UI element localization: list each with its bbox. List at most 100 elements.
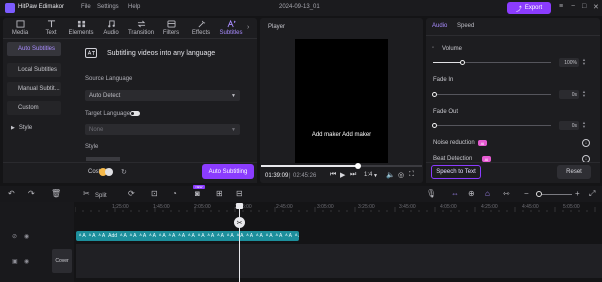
marker-icon[interactable]: ⇿ (503, 189, 510, 199)
volume-stepper-icon[interactable]: ▲ ▼ (582, 58, 586, 66)
fade-out-slider-handle[interactable] (432, 123, 437, 128)
fade-out-value[interactable]: 0s (559, 121, 579, 130)
subtitle-segment[interactable]: ᴬ A (188, 233, 195, 239)
tab-filters[interactable]: Filters (157, 18, 185, 38)
delete-icon[interactable]: 🗑 (51, 189, 61, 199)
subtitle-track-visibility-icon[interactable]: ◉ (24, 233, 29, 240)
tab-effects[interactable]: Effects (187, 18, 215, 38)
cover-button[interactable]: Cover (52, 249, 72, 273)
playhead-handle[interactable] (236, 203, 243, 209)
tab-transition[interactable]: Transition (127, 18, 155, 38)
subtitle-segment[interactable]: ᴬ A (246, 233, 253, 239)
close-icon[interactable]: ✕ (593, 3, 599, 11)
subtitle-segment[interactable]: ᴬ A (149, 233, 156, 239)
sidebar-item-auto-subtitles[interactable]: Auto Subtitles (7, 42, 61, 56)
tab-audio[interactable]: Audio (97, 18, 125, 38)
coin-toggle-icon[interactable] (105, 168, 113, 176)
zoom-slider-handle[interactable] (536, 191, 542, 197)
subtitle-segment[interactable]: ᴬ A (285, 233, 292, 239)
tab-elements[interactable]: Elements (67, 18, 95, 38)
subtitle-segment[interactable]: ᴬ A (178, 233, 185, 239)
tab-media[interactable]: Media (6, 18, 34, 38)
tab-speed[interactable]: Speed (457, 23, 474, 29)
snapshot-icon[interactable]: ◎ (398, 171, 404, 179)
volume-slider-handle[interactable] (460, 60, 465, 65)
sidebar-item-custom[interactable]: Custom (7, 101, 61, 115)
split-label[interactable]: Split (95, 191, 107, 201)
subtitle-segment[interactable]: ᴬ A (276, 233, 283, 239)
subtitle-segment[interactable]: ᴬ A (89, 233, 96, 239)
target-language-select[interactable]: None ▼ (85, 124, 240, 135)
subtitle-segment[interactable]: ᴬ A (169, 233, 176, 239)
zoom-slider[interactable] (542, 194, 572, 195)
noise-reduction-download-icon[interactable]: ↓ (582, 139, 590, 147)
tab-subtitles[interactable]: Subtitles (217, 18, 245, 38)
minimize-icon[interactable]: − (571, 3, 575, 10)
snap-icon[interactable]: ⇔ (451, 189, 459, 199)
menu-icon[interactable]: ≡ (559, 3, 563, 10)
redo-icon[interactable]: ↷ (28, 189, 35, 199)
step-back-icon[interactable]: ⏮ (330, 171, 336, 179)
maximize-icon[interactable]: □ (582, 3, 586, 10)
subtitle-segment[interactable]: ᴬ A (120, 233, 127, 239)
play-icon[interactable]: ▶ (340, 171, 345, 179)
menu-help[interactable]: Help (128, 4, 140, 10)
undo-icon[interactable]: ↶ (8, 189, 15, 199)
auto-subtitling-button[interactable]: Auto Subtitling (202, 164, 254, 179)
subtitle-segment[interactable]: ᴬ A (79, 233, 86, 239)
sidebar-item-local-subtitles[interactable]: Local Subtitles (7, 63, 61, 77)
playback-progress-handle[interactable] (355, 163, 361, 169)
video-track-lock-icon[interactable]: ▣ (12, 258, 18, 265)
volume-value[interactable]: 100% (559, 58, 579, 67)
subtitle-segment[interactable]: ᴬ A (198, 233, 205, 239)
menu-file[interactable]: File (81, 4, 91, 10)
sidebar-item-manual-subtitles[interactable]: Manual Subtit... (7, 82, 61, 96)
subtitle-segment[interactable]: ᴬ A (98, 233, 105, 239)
subtitle-segment[interactable]: Add (108, 233, 117, 239)
subtitle-segment[interactable]: ᴬ A (159, 233, 166, 239)
subtitle-segment[interactable]: ᴬ A (295, 233, 299, 239)
tab-text[interactable]: Text (37, 18, 65, 38)
ai-tool-icon[interactable]: ◙ (195, 189, 200, 199)
crop-icon[interactable]: ⟳ (128, 189, 135, 199)
subtitle-clip[interactable]: ᴬ Aᴬ Aᴬ A Add ᴬ Aᴬ Aᴬ Aᴬ Aᴬ Aᴬ Aᴬ Aᴬ Aᴬ Aᴬ… (76, 231, 299, 241)
subtitle-segment[interactable]: ᴬ A (140, 233, 147, 239)
style-preview[interactable] (86, 157, 120, 161)
link-icon[interactable]: ⊕ (468, 189, 475, 199)
magnet-icon[interactable]: ⌂ (485, 189, 490, 199)
tab-audio-properties[interactable]: Audio (432, 23, 447, 29)
fade-out-stepper-icon[interactable]: ▲ ▼ (582, 121, 586, 129)
subtitle-tool-icon[interactable]: ⊞ (216, 189, 223, 199)
zoom-in-icon[interactable]: + (575, 189, 580, 199)
subtitle-segment[interactable]: ᴬ A (227, 233, 234, 239)
video-preview[interactable] (295, 39, 388, 163)
split-icon[interactable]: ✂ (83, 189, 90, 199)
text-tool-icon[interactable]: ⊟ (236, 189, 243, 199)
speed-icon[interactable]: ◔ (172, 189, 177, 199)
target-language-toggle[interactable] (130, 111, 140, 116)
video-track-visibility-icon[interactable]: ◉ (24, 258, 29, 265)
fullscreen-icon[interactable]: ⛶ (409, 171, 414, 179)
video-track[interactable] (76, 244, 602, 278)
tabs-next-icon[interactable]: › (247, 24, 249, 31)
subtitle-segment[interactable]: ᴬ A (237, 233, 244, 239)
fit-timeline-icon[interactable]: ⤢ (589, 189, 595, 199)
step-forward-icon[interactable]: ⏭ (350, 171, 356, 179)
menu-settings[interactable]: Settings (97, 4, 119, 10)
subtitle-segment[interactable]: ᴬ A (130, 233, 137, 239)
export-button[interactable]: ⤴ Export (507, 2, 551, 14)
freeze-icon[interactable]: ⊡ (151, 189, 158, 199)
subtitle-segment[interactable]: ᴬ A (217, 233, 224, 239)
zoom-out-icon[interactable]: − (524, 189, 529, 199)
speech-to-text-button[interactable]: Speech to Text (431, 165, 481, 179)
subtitle-segment[interactable]: ᴬ A (266, 233, 273, 239)
source-language-select[interactable]: Auto Detect ▼ (85, 90, 240, 101)
volume-icon[interactable]: 🔈 (386, 171, 395, 179)
fade-out-slider[interactable] (433, 125, 551, 126)
microphone-icon[interactable]: 🎙 (426, 189, 436, 199)
fade-in-slider-handle[interactable] (432, 92, 437, 97)
reset-button[interactable]: Reset (557, 165, 591, 179)
subtitle-segment[interactable]: ᴬ A (256, 233, 263, 239)
sidebar-item-style[interactable]: ▶ Style (7, 121, 61, 135)
fade-in-slider[interactable] (433, 94, 551, 95)
